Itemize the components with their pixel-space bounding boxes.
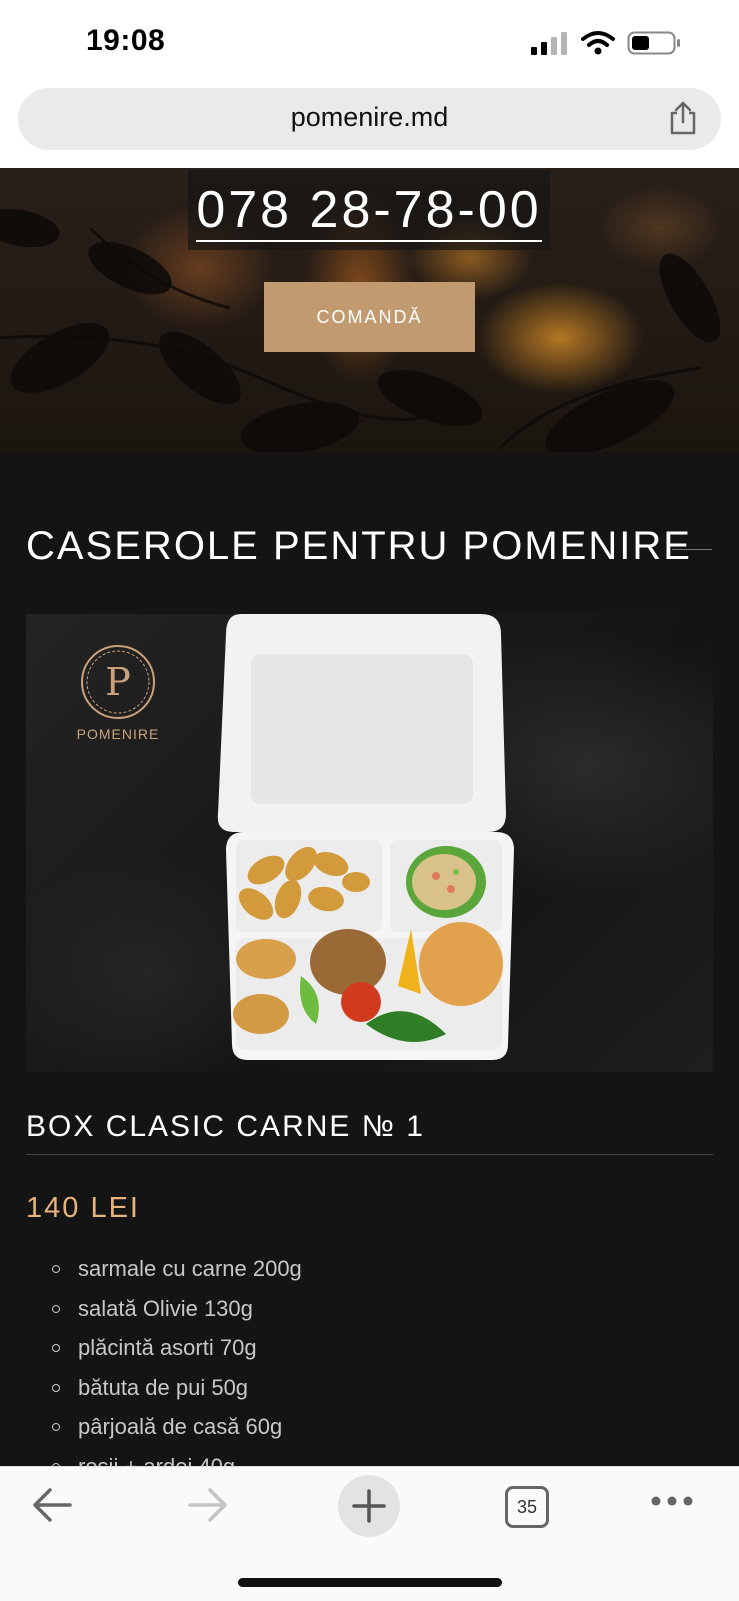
forward-arrow-icon[interactable] <box>186 1485 230 1525</box>
section-divider <box>672 549 712 550</box>
new-tab-button[interactable] <box>338 1475 400 1537</box>
wifi-icon <box>581 31 615 55</box>
list-item: sarmale cu carne 200g <box>50 1256 302 1296</box>
product-price: 140 LEI <box>26 1192 140 1224</box>
list-item: salată Olivie 130g <box>50 1296 302 1336</box>
status-time: 19:08 <box>86 24 166 57</box>
section-title: CASEROLE PENTRU POMENIRE <box>26 524 692 568</box>
more-icon[interactable] <box>650 1495 694 1507</box>
hero-banner: 078 28-78-00 COMANDĂ <box>0 168 739 452</box>
product-title[interactable]: BOX CLASIC CARNE № 1 <box>26 1110 425 1144</box>
signal-icon <box>531 32 567 55</box>
status-icons <box>529 30 683 56</box>
address-bar[interactable]: pomenire.md <box>18 88 721 150</box>
status-bar: 19:08 <box>0 0 739 88</box>
product-divider <box>26 1154 713 1155</box>
ingredients-list: sarmale cu carne 200g salată Olivie 130g… <box>50 1256 302 1493</box>
list-item: bătuta de pui 50g <box>50 1375 302 1415</box>
list-item: pârjoală de casă 60g <box>50 1414 302 1454</box>
phone-box: 078 28-78-00 <box>188 170 550 250</box>
tabs-button[interactable]: 35 <box>505 1486 549 1528</box>
url-text[interactable]: pomenire.md <box>18 102 721 133</box>
back-arrow-icon[interactable] <box>30 1485 74 1525</box>
share-icon[interactable] <box>667 100 699 136</box>
list-item: plăcintă asorti 70g <box>50 1335 302 1375</box>
food-box-illustration <box>217 614 514 1060</box>
plus-icon <box>352 1489 386 1523</box>
browser-toolbar: pomenire.md <box>0 88 739 168</box>
phone-link[interactable]: 078 28-78-00 <box>188 180 550 240</box>
phone-underline <box>196 240 542 242</box>
battery-icon <box>627 31 680 55</box>
order-button[interactable]: COMANDĂ <box>264 282 475 352</box>
home-indicator <box>238 1578 502 1587</box>
product-image[interactable]: P POMENIRE <box>26 614 713 1072</box>
